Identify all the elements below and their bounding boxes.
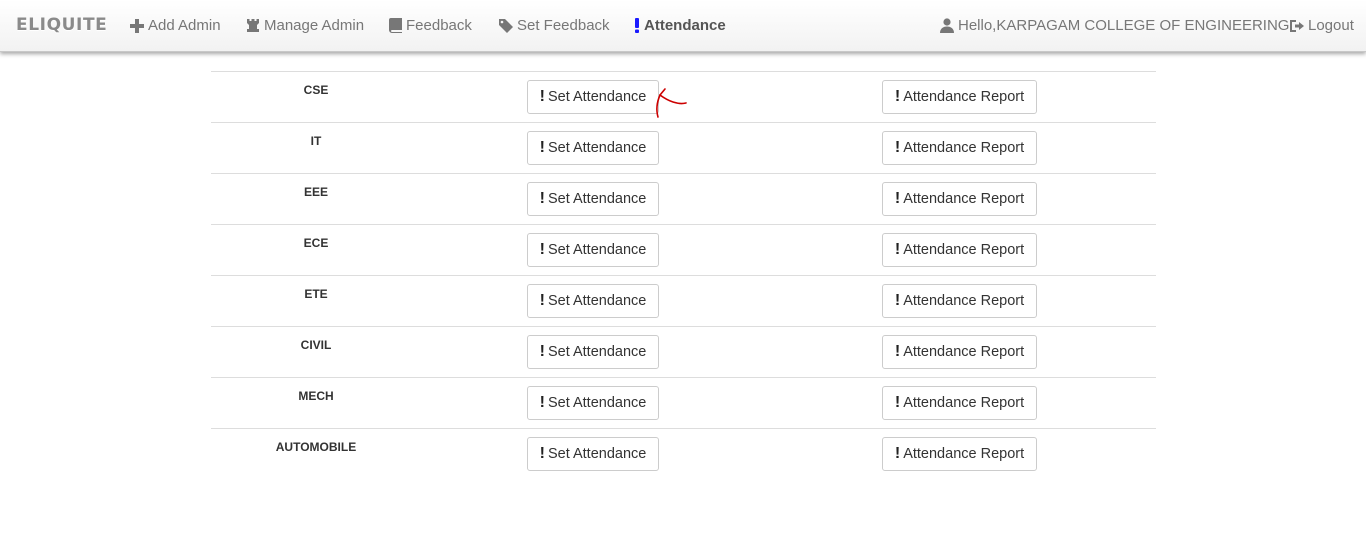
department-name: ECE — [303, 236, 329, 250]
nav-manage-admin[interactable]: Manage Admin — [246, 17, 364, 34]
nav-add-admin-label: Add Admin — [148, 17, 221, 34]
set-attendance-button[interactable]: ! Set Attendance — [527, 131, 659, 165]
department-name: CIVIL — [300, 338, 332, 352]
exclamation-icon: ! — [539, 88, 545, 105]
attendance-report-label: Attendance Report — [903, 191, 1025, 207]
exclamation-icon: ! — [539, 394, 545, 411]
set-attendance-button[interactable]: ! Set Attendance — [527, 284, 659, 318]
nav-attendance[interactable]: Attendance — [634, 17, 726, 34]
set-attendance-label: Set Attendance — [547, 89, 647, 105]
set-attendance-label: Set Attendance — [547, 446, 647, 462]
department-name: CSE — [303, 83, 329, 97]
set-attendance-button[interactable]: ! Set Attendance — [527, 335, 659, 369]
nav-feedback-label: Feedback — [406, 17, 472, 34]
attendance-report-button[interactable]: ! Attendance Report — [882, 80, 1037, 114]
user-greeting[interactable]: Hello,KARPAGAM COLLEGE OF ENGINEERING — [940, 17, 1289, 34]
attendance-table: CSE ! Set Attendance ! Attendance Report… — [211, 71, 1156, 479]
exclamation-icon: ! — [539, 292, 545, 309]
nav-set-feedback[interactable]: Set Feedback — [499, 17, 610, 34]
department-name: IT — [310, 134, 322, 148]
attendance-report-button[interactable]: ! Attendance Report — [882, 182, 1037, 216]
department-name: ETE — [304, 287, 328, 301]
logout-link[interactable]: Logout — [1289, 17, 1354, 34]
set-attendance-label: Set Attendance — [547, 140, 647, 156]
brand-logo[interactable]: ELIQUITE — [16, 15, 107, 35]
nav-feedback[interactable]: Feedback — [389, 17, 472, 34]
exclamation-icon: ! — [539, 445, 545, 462]
exclamation-icon: ! — [539, 139, 545, 156]
department-name: MECH — [298, 389, 334, 403]
attendance-report-label: Attendance Report — [903, 89, 1025, 105]
nav-attendance-label: Attendance — [644, 17, 726, 34]
table-row: IT ! Set Attendance ! Attendance Report — [211, 122, 1156, 173]
set-attendance-button[interactable]: ! Set Attendance — [527, 437, 659, 471]
set-attendance-label: Set Attendance — [547, 395, 647, 411]
set-attendance-button[interactable]: ! Set Attendance — [527, 80, 659, 114]
attendance-report-label: Attendance Report — [903, 344, 1025, 360]
set-attendance-button[interactable]: ! Set Attendance — [527, 182, 659, 216]
exclamation-icon: ! — [894, 292, 901, 309]
logout-label: Logout — [1308, 17, 1354, 34]
attendance-report-button[interactable]: ! Attendance Report — [882, 386, 1037, 420]
exclamation-icon: ! — [894, 445, 901, 462]
set-attendance-label: Set Attendance — [547, 191, 647, 207]
exclamation-icon: ! — [894, 394, 901, 411]
department-name: AUTOMOBILE — [275, 440, 357, 454]
nav-set-feedback-label: Set Feedback — [517, 17, 610, 34]
exclamation-icon: ! — [894, 190, 901, 207]
user-icon — [940, 18, 954, 33]
table-row: AUTOMOBILE ! Set Attendance ! Attendance… — [211, 428, 1156, 479]
department-name: EEE — [303, 185, 328, 199]
exclamation-icon: ! — [539, 343, 545, 360]
exclamation-icon: ! — [894, 241, 901, 258]
table-row: MECH ! Set Attendance ! Attendance Repor… — [211, 377, 1156, 428]
exclamation-icon: ! — [539, 241, 545, 258]
user-greeting-label: Hello,KARPAGAM COLLEGE OF ENGINEERING — [958, 17, 1290, 34]
attendance-report-button[interactable]: ! Attendance Report — [882, 131, 1037, 165]
exclamation-icon: ! — [894, 139, 901, 156]
top-navbar: ELIQUITE Add Admin Manage Admin Feedback… — [0, 0, 1366, 52]
exclamation-icon: ! — [894, 343, 901, 360]
set-attendance-label: Set Attendance — [547, 293, 647, 309]
attendance-report-label: Attendance Report — [903, 242, 1025, 258]
plus-icon — [130, 18, 144, 33]
tag-icon — [499, 18, 513, 33]
nav-add-admin[interactable]: Add Admin — [130, 17, 221, 34]
set-attendance-button[interactable]: ! Set Attendance — [527, 233, 659, 267]
logout-icon — [1290, 19, 1304, 32]
exclamation-icon — [635, 18, 639, 33]
exclamation-icon: ! — [894, 88, 901, 105]
table-row: ECE ! Set Attendance ! Attendance Report — [211, 224, 1156, 275]
set-attendance-button[interactable]: ! Set Attendance — [527, 386, 659, 420]
red-annotation-arrow-icon — [656, 88, 687, 118]
attendance-report-button[interactable]: ! Attendance Report — [882, 335, 1037, 369]
exclamation-icon: ! — [539, 190, 545, 207]
table-row: CIVIL ! Set Attendance ! Attendance Repo… — [211, 326, 1156, 377]
attendance-report-button[interactable]: ! Attendance Report — [882, 437, 1037, 471]
nav-manage-admin-label: Manage Admin — [264, 17, 365, 34]
attendance-report-label: Attendance Report — [903, 140, 1025, 156]
attendance-report-label: Attendance Report — [903, 446, 1025, 462]
attendance-report-button[interactable]: ! Attendance Report — [882, 233, 1037, 267]
rook-icon — [247, 19, 259, 32]
attendance-report-label: Attendance Report — [903, 293, 1025, 309]
set-attendance-label: Set Attendance — [547, 344, 647, 360]
table-row: ETE ! Set Attendance ! Attendance Report — [211, 275, 1156, 326]
attendance-report-button[interactable]: ! Attendance Report — [882, 284, 1037, 318]
attendance-report-label: Attendance Report — [903, 395, 1025, 411]
set-attendance-label: Set Attendance — [547, 242, 647, 258]
book-icon — [389, 18, 402, 33]
table-row: EEE ! Set Attendance ! Attendance Report — [211, 173, 1156, 224]
